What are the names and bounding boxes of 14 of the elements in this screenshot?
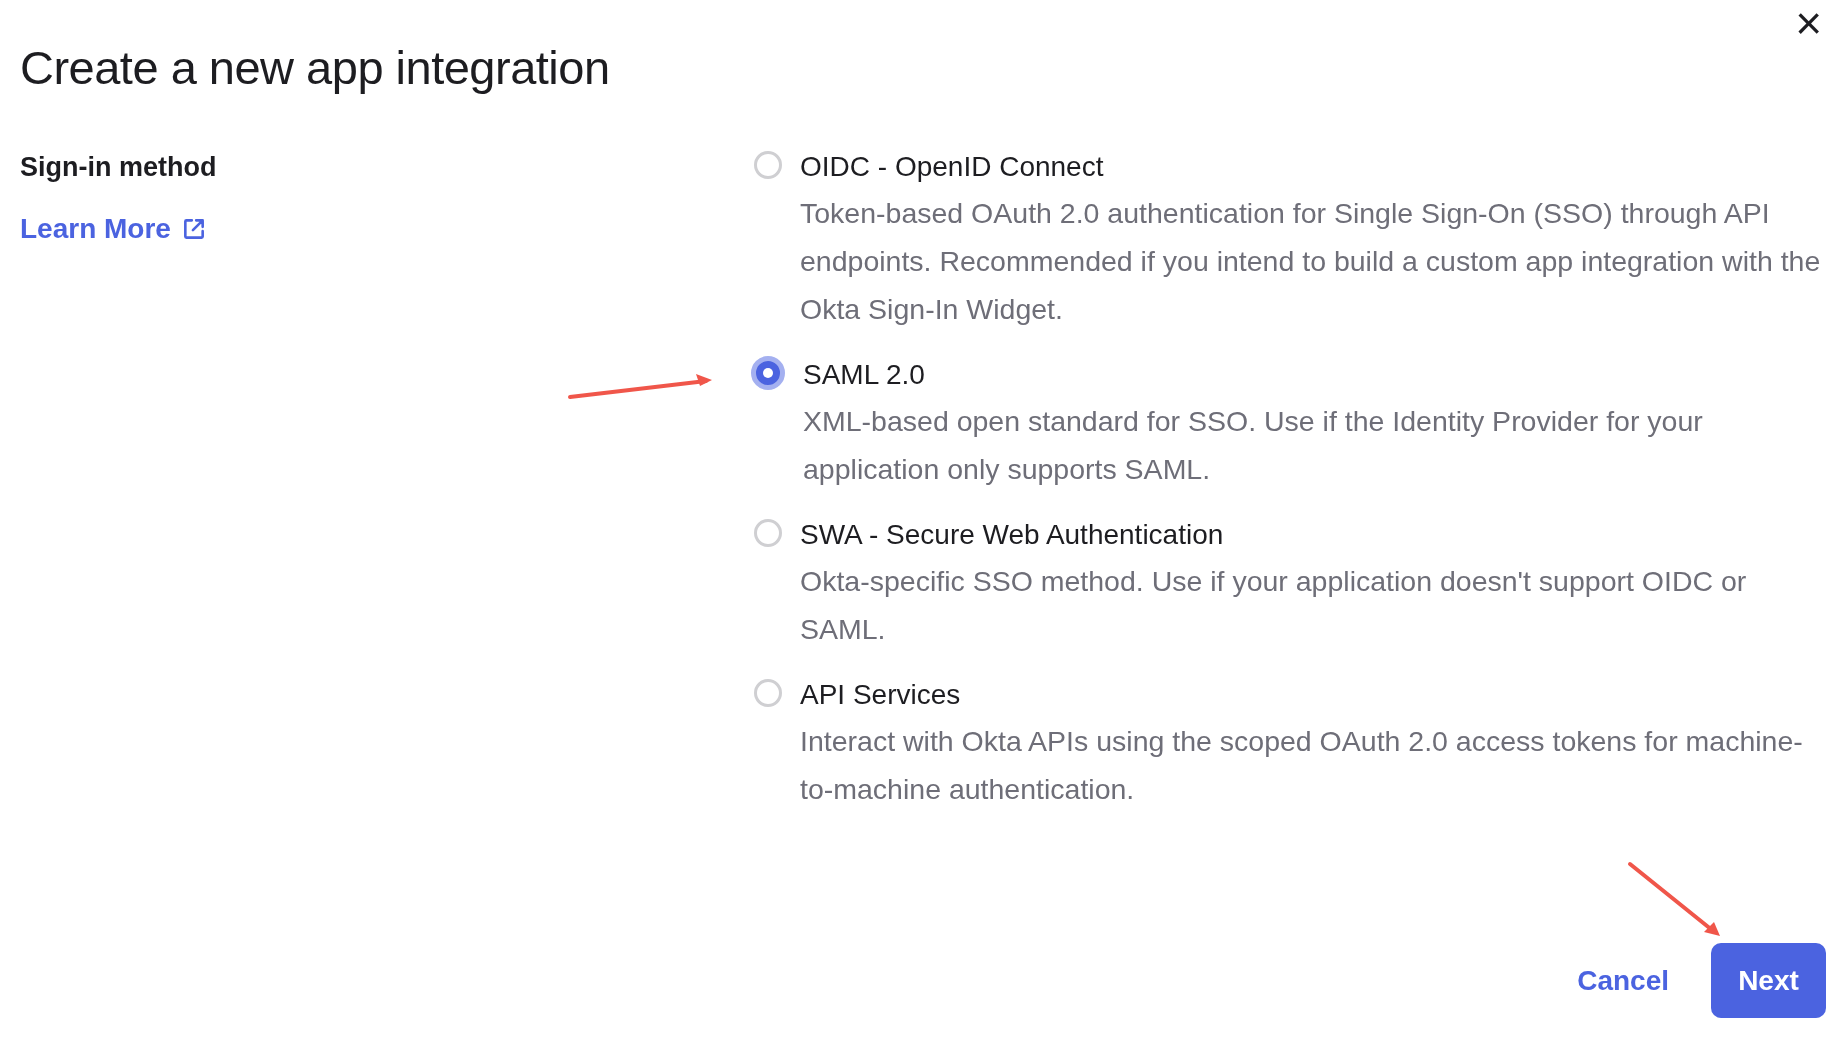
learn-more-link[interactable]: Learn More <box>20 213 207 245</box>
option-description: Interact with Okta APIs using the scoped OAuth 2.0 access tokens for machine-to-machine authentication. <box>800 724 1804 807</box>
option-title: OIDC - OpenID Connect <box>800 150 1105 184</box>
dialog-title: Create a new app integration <box>20 40 610 95</box>
option-description: Okta-specific SSO method. Use if your application doesn't support OIDC or SAML. <box>800 564 1748 647</box>
sign-in-method-label: Sign-in method <box>20 151 218 184</box>
cancel-button[interactable]: Cancel <box>1577 964 1669 997</box>
option-title: SWA - Secure Web Authentication <box>800 518 1225 552</box>
next-button[interactable]: Next <box>1711 943 1826 1018</box>
option-description: XML-based open standard for SSO. Use if the Identity Provider for your application only supports SAML. <box>803 404 1704 487</box>
close-button[interactable]: × <box>1791 0 1826 46</box>
option-title: SAML 2.0 <box>803 358 926 392</box>
option-title: API Services <box>800 678 962 712</box>
option-description: Token-based OAuth 2.0 authentication for Single Sign-On (SSO) through API endpoints. Recommended if you intend to build a custom app integration with the Okta Sign-In Widget. <box>800 196 1822 327</box>
